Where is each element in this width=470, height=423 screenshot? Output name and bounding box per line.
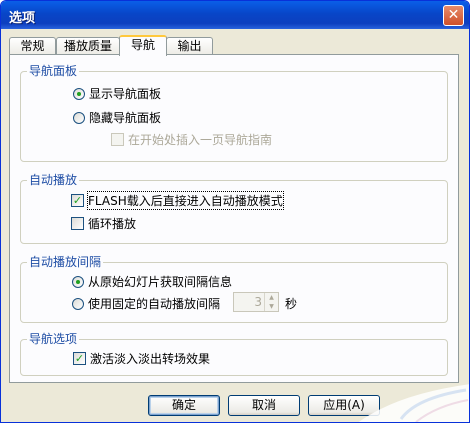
tab-general[interactable]: 常规	[9, 37, 56, 55]
fade-effect-label: 激活淡入淡出转场效果	[90, 352, 211, 366]
show-nav-panel-label: 显示导航面板	[89, 87, 162, 101]
hide-nav-panel-label: 隐藏导航面板	[89, 111, 162, 125]
autoplay-group-title: 自动播放	[27, 173, 80, 187]
spin-up-icon[interactable]: ▲	[265, 293, 278, 302]
interval-unit-label: 秒	[285, 297, 298, 311]
spinner-arrows[interactable]: ▲ ▼	[264, 293, 278, 311]
interval-fixed-radio[interactable]: 使用固定的自动播放间隔	[72, 295, 220, 312]
flash-autoplay-label: FLASH载入后直接进入自动播放模式	[87, 191, 284, 210]
radio-selected-icon	[72, 275, 84, 288]
corner-watermark-graphic	[358, 384, 469, 422]
tab-output[interactable]: 输出	[166, 37, 213, 55]
nav-panel-group: 导航面板 显示导航面板 隐藏导航面板 在开始处插入一页导航指南	[20, 64, 448, 162]
checkbox-icon	[111, 133, 124, 146]
flash-autoplay-checkbox[interactable]: ✓ FLASH载入后直接进入自动播放模式	[71, 191, 284, 210]
window-title: 选项	[9, 11, 36, 26]
options-dialog: 选项 ✕ 常规 播放质量 导航 输出 导航面板 显示导航面板 隐藏导航面板 在开…	[0, 0, 470, 423]
insert-nav-guide-checkbox[interactable]: 在开始处插入一页导航指南	[111, 131, 272, 148]
interval-fixed-label: 使用固定的自动播放间隔	[88, 297, 221, 311]
radio-selected-icon	[73, 87, 85, 100]
spin-down-icon[interactable]: ▼	[265, 302, 278, 311]
nav-options-group: 导航选项 ✓ 激活淡入淡出转场效果	[20, 332, 448, 376]
tab-playback-quality[interactable]: 播放质量	[56, 37, 120, 55]
cancel-button[interactable]: 取消	[228, 395, 300, 416]
loop-playback-label: 循环播放	[88, 217, 137, 231]
fade-effect-checkbox[interactable]: ✓ 激活淡入淡出转场效果	[73, 350, 210, 367]
radio-unselected-icon	[73, 111, 85, 124]
checkbox-icon	[71, 217, 84, 230]
title-bar[interactable]: 选项 ✕	[1, 1, 469, 29]
nav-options-group-title: 导航选项	[27, 332, 80, 346]
loop-playback-checkbox[interactable]: 循环播放	[71, 215, 136, 232]
checkmark-icon: ✓	[73, 352, 86, 365]
interval-seconds-spinner[interactable]: 3 ▲ ▼	[233, 292, 279, 312]
interval-group: 自动播放间隔 从原始幻灯片获取间隔信息 使用固定的自动播放间隔 3 ▲ ▼ 秒	[20, 255, 448, 323]
tab-navigation[interactable]: 导航	[119, 35, 167, 56]
navigation-tab-panel: 导航面板 显示导航面板 隐藏导航面板 在开始处插入一页导航指南 自动播放 ✓ F…	[9, 54, 459, 383]
interval-seconds-value: 3	[254, 295, 262, 309]
insert-nav-guide-label: 在开始处插入一页导航指南	[128, 133, 273, 147]
hide-nav-panel-radio[interactable]: 隐藏导航面板	[73, 109, 161, 126]
ok-button[interactable]: 确定	[148, 395, 220, 416]
autoplay-group: 自动播放 ✓ FLASH载入后直接进入自动播放模式 循环播放	[20, 173, 448, 244]
nav-panel-group-title: 导航面板	[27, 64, 80, 78]
radio-unselected-icon	[72, 297, 84, 310]
show-nav-panel-radio[interactable]: 显示导航面板	[73, 85, 161, 102]
interval-group-title: 自动播放间隔	[27, 255, 104, 269]
close-icon: ✕	[447, 7, 460, 23]
close-button[interactable]: ✕	[443, 5, 464, 26]
interval-from-source-label: 从原始幻灯片获取间隔信息	[88, 275, 233, 289]
interval-from-source-radio[interactable]: 从原始幻灯片获取间隔信息	[72, 273, 232, 290]
checkmark-icon: ✓	[71, 194, 84, 207]
